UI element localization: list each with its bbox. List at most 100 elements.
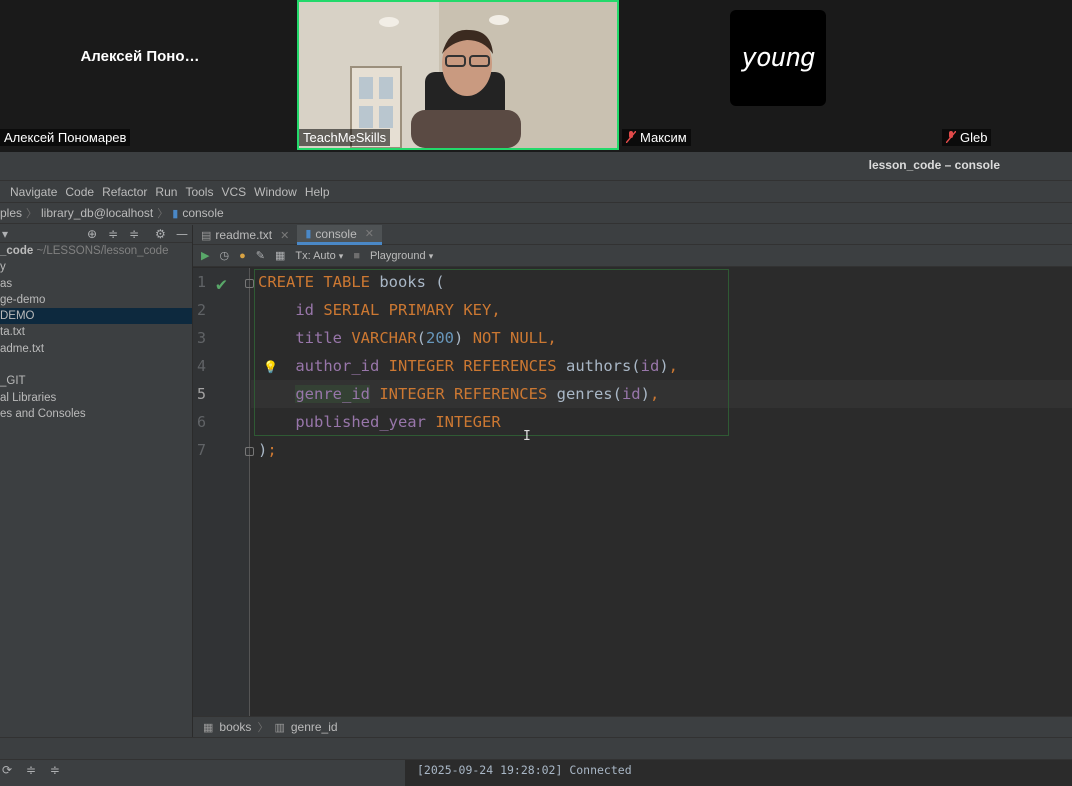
tree-item[interactable] [0,357,192,373]
tree-item[interactable]: as [0,276,192,292]
services-panel: ⟳ ≑ ≑ [2025-09-24 19:28:02] Connected [0,759,1072,786]
console-icon: ▮ [172,207,179,220]
mic-muted-icon [946,131,956,143]
breadcrumb-item[interactable]: library_db@localhost [41,206,153,220]
menu-code[interactable]: Code [65,185,94,199]
video-call-strip: Алексей Поно… Алексей Пономарев TeachMeS… [0,0,1072,152]
avatar-logo-text: young [741,43,815,73]
participant-avatar: young [730,10,826,106]
mic-muted-icon [626,131,636,143]
wrench-icon[interactable]: ✎ [256,249,265,262]
tree-item[interactable]: ta.txt [0,324,192,340]
project-toolbar: ▾ ⊕ ≑ ≑ ⚙ — [0,225,192,243]
tree-item[interactable]: es and Consoles [0,406,192,422]
close-icon[interactable]: ✕ [280,229,289,242]
ide-window: lesson_code – console Navigate Code Refa… [0,152,1072,786]
gear-icon[interactable]: ⚙ [155,227,166,241]
tab-readme[interactable]: ▤ readme.txt ✕ [193,225,297,245]
participant-name-label: Максим [622,129,691,146]
menu-refactor[interactable]: Refactor [102,185,147,199]
chevron-down-icon[interactable]: ▾ [2,227,8,241]
history-icon[interactable]: ◷ [219,249,229,262]
code-editor[interactable]: 1 2 3 4 5 6 7 ✔ 💡 CREATE TABLE books ( i… [193,268,1072,716]
line-number: 6 [197,413,207,431]
text-file-icon: ▤ [201,229,212,242]
breadcrumb-item[interactable]: ples [0,206,22,220]
minimize-icon[interactable]: — [176,227,188,241]
tree-item[interactable]: al Libraries [0,390,192,406]
menu-bar: Navigate Code Refactor Run Tools VCS Win… [0,181,1072,203]
tab-label: readme.txt [215,228,273,242]
breadcrumb-separator: 〉 [26,208,38,220]
window-title: lesson_code – console [868,158,1000,172]
collapse-all-icon[interactable]: ≑ [129,227,139,241]
participant-tile[interactable]: Алексей Поно… Алексей Пономарев [0,0,298,150]
code-line: ); [258,441,277,459]
code-line: title VARCHAR(200) NOT NULL, [295,329,557,347]
explain-plan-icon[interactable]: ● [239,250,246,262]
code-line: author_id INTEGER REFERENCES authors(id)… [295,357,679,375]
expand-all-icon[interactable]: ≑ [108,227,118,241]
stop-icon[interactable]: ■ [353,250,360,262]
project-panel: ▾ ⊕ ≑ ≑ ⚙ — _code ~/LESSONS/lesson_code … [0,225,193,737]
editor-area: ▤ readme.txt ✕ ▮ console ✕ ▶ ◷ ● ✎ ▦ Tx:… [193,225,1072,737]
console-output: [2025-09-24 19:28:02] Connected [417,763,632,777]
breadcrumb-item[interactable]: console [182,206,223,220]
participant-name-text: Gleb [960,130,988,145]
navigation-breadcrumb: ples 〉 library_db@localhost 〉 ▮ console [0,203,1072,224]
menu-navigate[interactable]: Navigate [10,185,57,199]
line-number: 7 [197,441,207,459]
menu-tools[interactable]: Tools [185,185,213,199]
project-root-name: _code [0,245,34,257]
project-root[interactable]: _code ~/LESSONS/lesson_code [0,243,192,259]
project-root-path: ~/LESSONS/lesson_code [36,245,169,257]
tool-window-bar [0,737,1072,759]
fold-icon[interactable] [245,279,254,288]
line-number: 4 [197,357,207,375]
tx-mode-dropdown[interactable]: Tx: Auto ▾ [295,250,343,262]
menu-window[interactable]: Window [254,185,297,199]
tree-item[interactable]: adme.txt [0,341,192,357]
code-line-current: genre_id INTEGER REFERENCES genres(id), [295,385,660,403]
line-number-current: 5 [197,385,207,403]
participant-name-label: TeachMeSkills [299,129,391,146]
participant-display-name: Алексей Поно… [80,48,200,65]
column-icon: ▥ [274,721,285,734]
menu-vcs[interactable]: VCS [221,185,246,199]
results-icon[interactable]: ▦ [275,249,285,262]
breadcrumb-column[interactable]: genre_id [291,720,338,734]
playground-dropdown[interactable]: Playground ▾ [370,250,433,262]
participant-tile[interactable]: Gleb [939,0,1072,150]
close-icon[interactable]: ✕ [365,227,374,240]
tree-item[interactable]: ge-demo [0,292,192,308]
playground-label: Playground [369,249,426,262]
check-icon: ✔ [216,274,227,295]
refresh-icon[interactable]: ⟳ [2,763,12,777]
editor-gutter: 1 2 3 4 5 6 7 ✔ 💡 [193,268,278,716]
breadcrumb-separator: 〉 [157,208,169,220]
tree-item[interactable]: _GIT [0,373,192,389]
menu-help[interactable]: Help [305,185,330,199]
chevron-down-icon: ▾ [338,250,344,261]
editor-breadcrumb: ▦ books 〉 ▥ genre_id [193,716,1072,737]
participant-name-text: Максим [640,130,687,145]
fold-icon[interactable] [245,447,254,456]
run-icon[interactable]: ▶ [201,249,209,262]
active-speaker-tile[interactable]: TeachMeSkills [297,0,619,150]
services-toolbar: ⟳ ≑ ≑ [0,760,405,786]
tree-item[interactable]: y [0,259,192,275]
tree-item-selected[interactable]: DEMO [0,308,192,325]
breadcrumb-separator: 〉 [257,722,269,734]
tab-console[interactable]: ▮ console ✕ [297,225,382,245]
chevron-down-icon: ▾ [428,250,434,261]
expand-all-icon[interactable]: ≑ [26,763,36,777]
participant-tile[interactable]: young Максим [619,0,939,150]
locate-icon[interactable]: ⊕ [87,227,97,241]
menu-run[interactable]: Run [155,185,177,199]
console-icon: ▮ [305,228,312,240]
speaker-video [299,2,617,148]
breadcrumb-table[interactable]: books [219,720,251,734]
collapse-all-icon[interactable]: ≑ [50,763,60,777]
code-line: id SERIAL PRIMARY KEY, [295,301,501,319]
editor-toolbar: ▶ ◷ ● ✎ ▦ Tx: Auto ▾ ■ Playground ▾ [193,245,1072,267]
